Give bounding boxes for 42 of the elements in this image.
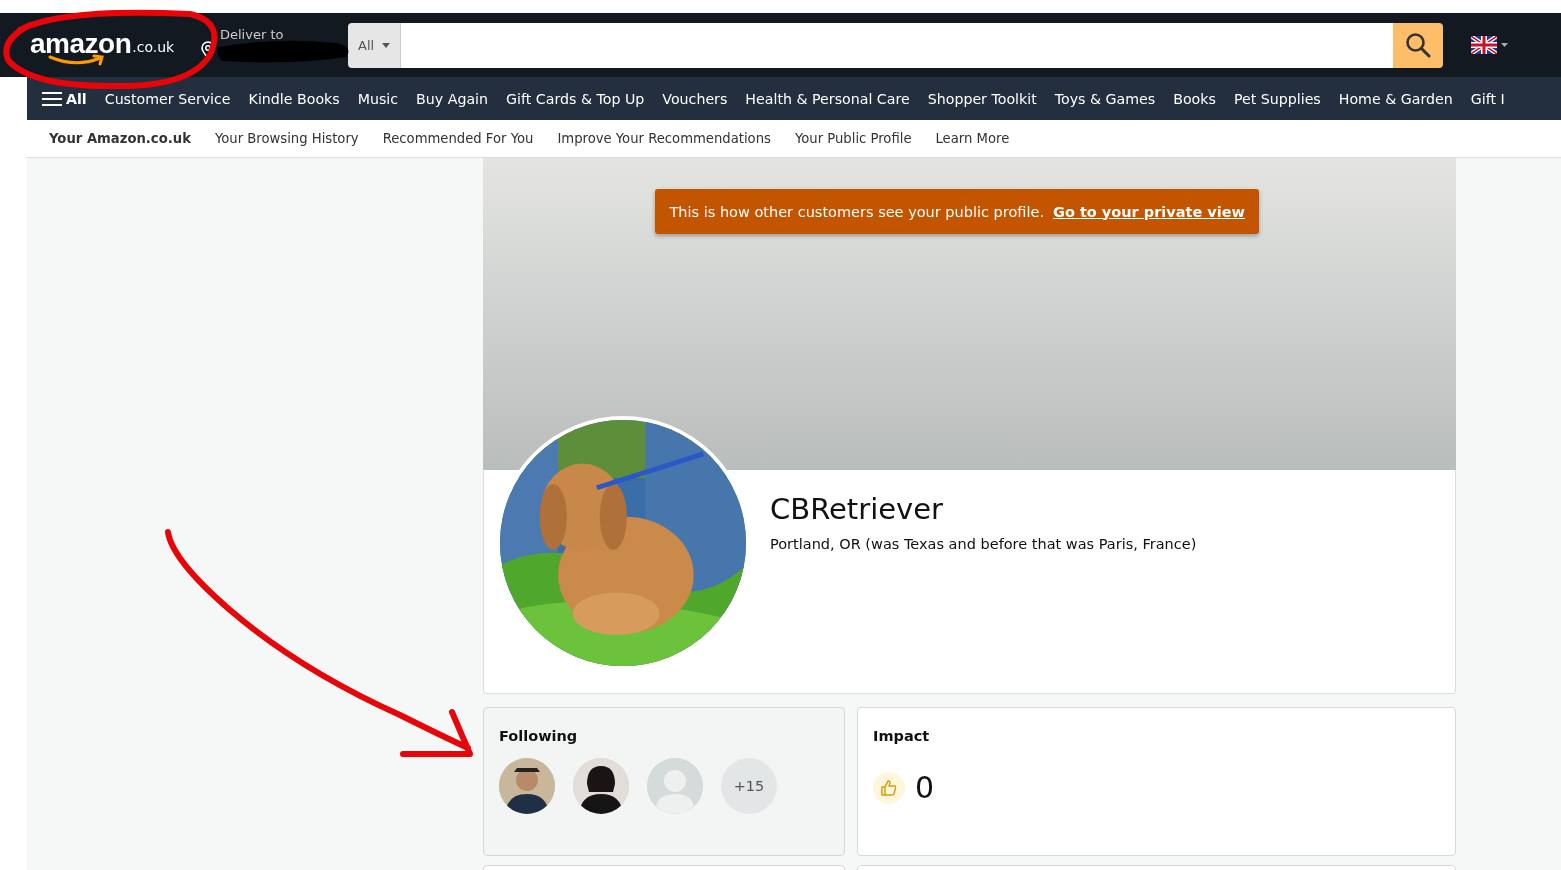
card-title: Impact [873, 728, 931, 744]
search-icon [1405, 32, 1431, 58]
nav-link[interactable]: Customer Service [104, 90, 231, 107]
subnav-link[interactable]: Your Public Profile [794, 131, 912, 146]
private-view-link[interactable]: Go to your private view [1053, 203, 1245, 220]
nav-link[interactable]: Buy Again [416, 90, 489, 107]
nav-link[interactable]: Toys & Games [1054, 90, 1156, 107]
logo-wordmark: amazon [30, 30, 132, 58]
language-selector[interactable] [1471, 36, 1508, 54]
subnav-link[interactable]: Learn More [935, 131, 1010, 146]
thumbs-up-icon [873, 771, 905, 804]
category-dropdown[interactable]: All [348, 22, 402, 68]
all-menu-button[interactable]: All [42, 90, 87, 107]
search-button[interactable] [1393, 22, 1443, 68]
notice-text: This is how other customers see your public profile. [669, 203, 1044, 220]
caret-icon [382, 42, 391, 48]
nav-link[interactable]: Health & Personal Care [745, 90, 910, 107]
nav-link[interactable]: Gift Cards & Top Up [506, 90, 645, 107]
menu-icon [42, 90, 62, 107]
caret-icon [1501, 43, 1508, 47]
card-title: Following [499, 728, 579, 744]
subnav-link[interactable]: Improve Your Recommendations [557, 131, 771, 146]
nav-link[interactable]: Pet Supplies [1233, 90, 1321, 107]
nav-link[interactable]: Home & Garden [1338, 90, 1453, 107]
amazon-logo[interactable]: amazon.co.uk [30, 24, 200, 66]
nav-link[interactable]: Vouchers [662, 90, 728, 107]
union-flag-icon [1471, 36, 1497, 54]
deliver-to-label[interactable]: Deliver to [220, 27, 284, 42]
logo-suffix: .co.uk [132, 39, 175, 55]
nav-link[interactable]: Kindle Books [248, 90, 340, 107]
impact-count: 0 [915, 770, 935, 805]
search-field[interactable] [401, 22, 1393, 68]
nav-link[interactable]: Gift I [1470, 90, 1505, 107]
nav-link[interactable]: Books [1173, 90, 1216, 107]
profile-name: CBRetriever [770, 492, 944, 526]
more-following-count[interactable]: +15 [721, 758, 777, 814]
nav-link[interactable]: Music [357, 90, 399, 107]
subnav-link[interactable]: Recommended For You [382, 131, 534, 146]
profile-location: Portland, OR (was Texas and before that was Paris, France) [770, 536, 1198, 552]
subnav-link[interactable]: Your Amazon.co.uk [49, 131, 191, 146]
subnav-link[interactable]: Your Browsing History [214, 131, 359, 146]
nav-link[interactable]: Shopper Toolkit [927, 90, 1037, 107]
